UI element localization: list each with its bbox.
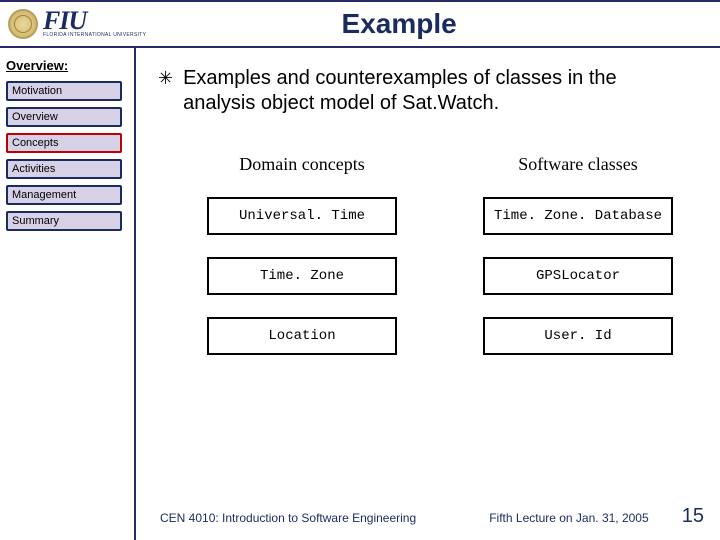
class-box: Location (207, 317, 397, 355)
sidebar-heading: Overview: (6, 58, 128, 73)
class-box: Universal. Time (207, 197, 397, 235)
logo: FIU FLORIDA INTERNATIONAL UNIVERSITY (8, 9, 146, 39)
footer-page-number: 15 (682, 505, 704, 528)
sidebar-item-motivation[interactable]: Motivation (6, 81, 122, 101)
column-heading: Domain concepts (239, 154, 364, 175)
class-box: User. Id (483, 317, 673, 355)
bullet-text: Examples and counterexamples of classes … (183, 66, 692, 116)
logo-subtitle: FLORIDA INTERNATIONAL UNIVERSITY (43, 32, 146, 38)
logo-acronym: FIU (43, 10, 146, 32)
column-domain-concepts: Domain concepts Universal. Time Time. Zo… (188, 154, 416, 377)
sidebar-item-activities[interactable]: Activities (6, 159, 122, 179)
footer-course: CEN 4010: Introduction to Software Engin… (160, 511, 416, 525)
columns: Domain concepts Universal. Time Time. Zo… (158, 154, 692, 377)
sidebar-item-management[interactable]: Management (6, 185, 122, 205)
slide-header: FIU FLORIDA INTERNATIONAL UNIVERSITY Exa… (0, 0, 720, 48)
content: ✳ Examples and counterexamples of classe… (136, 48, 720, 540)
sidebar: Overview: Motivation Overview Concepts A… (0, 48, 136, 540)
sidebar-item-concepts[interactable]: Concepts (6, 133, 122, 153)
column-heading: Software classes (518, 154, 637, 175)
university-seal-icon (8, 9, 38, 39)
class-box: GPSLocator (483, 257, 673, 295)
column-software-classes: Software classes Time. Zone. Database GP… (464, 154, 692, 377)
sidebar-item-overview[interactable]: Overview (6, 107, 122, 127)
footer: CEN 4010: Introduction to Software Engin… (136, 505, 720, 528)
logo-text: FIU FLORIDA INTERNATIONAL UNIVERSITY (43, 10, 146, 38)
page-title: Example (146, 8, 652, 40)
bullet-row: ✳ Examples and counterexamples of classe… (158, 66, 692, 116)
body: Overview: Motivation Overview Concepts A… (0, 48, 720, 540)
class-box: Time. Zone (207, 257, 397, 295)
bullet-icon: ✳ (158, 68, 173, 116)
sidebar-item-summary[interactable]: Summary (6, 211, 122, 231)
class-box: Time. Zone. Database (483, 197, 673, 235)
footer-lecture: Fifth Lecture on Jan. 31, 2005 (416, 511, 682, 525)
